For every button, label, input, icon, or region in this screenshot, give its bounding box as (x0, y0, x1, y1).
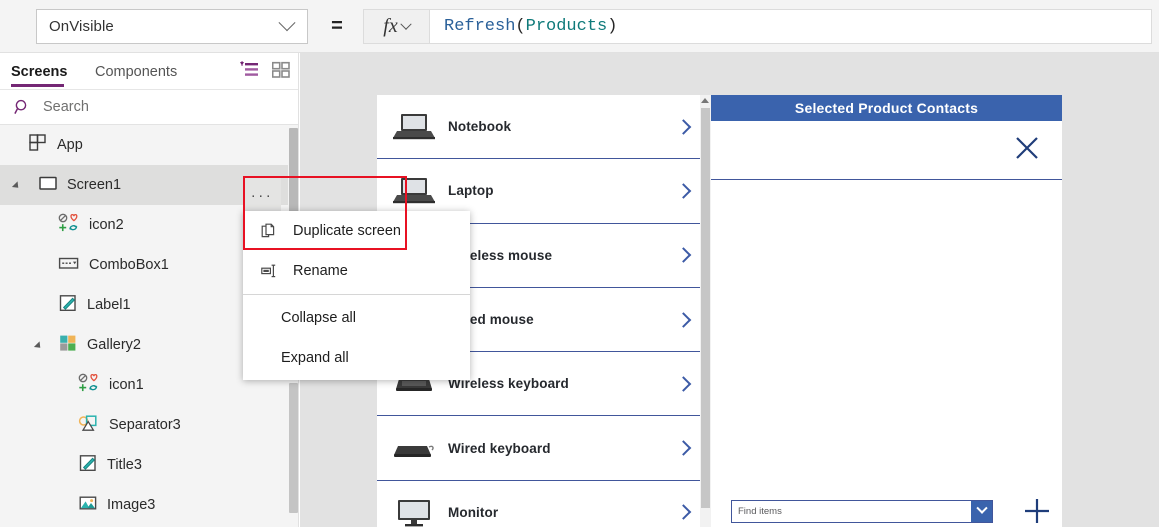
menu-item-collapse-all[interactable]: Collapse all (243, 298, 470, 338)
tree-pane-tabs: Screens Components (0, 53, 298, 90)
search-input[interactable]: Search (0, 90, 298, 125)
active-tab-indicator (11, 84, 64, 87)
formula-token-close-paren: ) (607, 17, 618, 36)
search-icon (14, 99, 31, 116)
combobox-dropdown-button[interactable] (971, 500, 992, 522)
tree-item-image3[interactable]: Image3 (0, 485, 298, 525)
formula-token-datasource: Products (525, 17, 608, 36)
chevron-right-icon[interactable] (675, 440, 692, 456)
fx-button[interactable]: fx (363, 9, 429, 44)
tab-components[interactable]: Components (95, 53, 177, 90)
panel-close-row (711, 121, 1062, 180)
gallery-scrollbar-thumb[interactable] (701, 108, 710, 508)
tree-item-label: Separator3 (109, 417, 181, 433)
scroll-up-arrow-icon[interactable] (701, 98, 709, 103)
screen-icon (38, 173, 58, 197)
tree-item-label: Screen1 (67, 177, 122, 193)
close-icon[interactable] (1014, 135, 1040, 161)
tree-item-label: Label1 (87, 297, 131, 313)
chevron-right-icon[interactable] (675, 247, 692, 264)
tree-view-icon[interactable] (240, 61, 259, 83)
thumbnail-view-icon[interactable] (271, 61, 290, 83)
chevron-right-icon[interactable] (675, 183, 692, 199)
tree-item-label: icon2 (89, 217, 124, 233)
chevron-down-icon (278, 13, 296, 31)
screen-context-menu: Duplicate screen Rename Collapse all Exp… (243, 211, 470, 380)
search-placeholder: Search (43, 99, 89, 115)
tab-screens-label: Screens (11, 63, 68, 80)
keyboard-photo-icon (390, 430, 438, 466)
property-selector[interactable]: OnVisible (36, 9, 308, 44)
gallery-item-name: Monitor (448, 504, 499, 520)
duplicate-icon (261, 223, 279, 240)
find-items-placeholder: Find items (738, 505, 782, 517)
chevron-down-icon (400, 18, 412, 30)
chevron-expanded-icon[interactable] (11, 181, 22, 191)
tree-item-label: Title3 (107, 457, 142, 473)
chevron-down-icon (975, 502, 988, 514)
rename-icon (261, 264, 279, 278)
laptop-photo-icon (390, 173, 438, 209)
monitor-photo-icon (390, 494, 438, 527)
gallery-row[interactable]: Wired keyboard (377, 416, 711, 481)
formula-token-open-paren: ( (515, 17, 526, 36)
icon-control-icon (78, 373, 100, 397)
tree-scrollbar-thumb-lower[interactable] (289, 383, 298, 513)
gallery-item-name: Notebook (448, 119, 512, 135)
menu-item-label: Expand all (281, 350, 349, 366)
image-icon (78, 493, 98, 517)
screen1-more-options-button[interactable]: ··· (243, 176, 281, 214)
gallery-icon (58, 333, 78, 357)
tree-item-label: ComboBox1 (89, 257, 169, 273)
menu-item-label: Collapse all (281, 310, 356, 326)
fx-icon: fx (383, 15, 398, 37)
menu-item-label: Duplicate screen (293, 223, 401, 239)
menu-item-label: Rename (293, 263, 348, 279)
formula-input[interactable]: Refresh ( Products ) (429, 9, 1152, 44)
chevron-right-icon[interactable] (675, 376, 692, 392)
tree-item-label: Image3 (107, 497, 156, 513)
tree-item-app[interactable]: App (0, 125, 298, 165)
gallery-row[interactable]: Notebook (377, 95, 711, 160)
tree-item-separator3[interactable]: Separator3 (0, 405, 298, 445)
combobox-icon (58, 253, 80, 277)
equals-sign: = (331, 15, 343, 37)
tree-item-label: App (57, 137, 83, 153)
laptop-photo-icon (390, 109, 438, 145)
label-icon (78, 453, 98, 477)
tree-item-title3[interactable]: Title3 (0, 445, 298, 485)
separator-icon (78, 413, 100, 437)
powerapps-studio: OnVisible = fx Refresh ( Products ) Scre… (0, 0, 1159, 527)
tree-item-label: Gallery2 (87, 337, 141, 353)
chevron-right-icon[interactable] (675, 311, 692, 328)
panel-footer: Find items (711, 487, 1062, 527)
icon-control-icon (58, 213, 80, 237)
formula-token-function: Refresh (444, 17, 516, 36)
label-icon (58, 293, 78, 317)
gallery-item-name: Wired keyboard (448, 440, 551, 456)
find-items-combobox[interactable]: Find items (731, 499, 993, 523)
menu-item-rename[interactable]: Rename (243, 251, 470, 291)
chevron-right-icon[interactable] (675, 118, 692, 135)
chevron-right-icon[interactable] (675, 504, 692, 521)
panel-title: Selected Product Contacts (711, 95, 1062, 121)
menu-item-duplicate-screen[interactable]: Duplicate screen (243, 211, 470, 251)
tree-item-label: icon1 (109, 377, 144, 393)
app-icon (28, 133, 48, 157)
chevron-expanded-icon[interactable] (33, 341, 44, 351)
selected-product-contacts-panel: Selected Product Contacts Find items (711, 95, 1062, 527)
menu-item-expand-all[interactable]: Expand all (243, 338, 470, 378)
panel-body (711, 180, 1062, 487)
add-contact-button[interactable] (1022, 496, 1052, 526)
tree-pane-view-toggles (240, 61, 290, 83)
menu-separator (243, 294, 470, 295)
formula-bar: OnVisible = fx Refresh ( Products ) (0, 0, 1159, 53)
tab-components-label: Components (95, 63, 178, 80)
property-selector-label: OnVisible (49, 18, 114, 35)
gallery-item-name: Laptop (448, 183, 494, 199)
gallery-row[interactable]: Monitor (377, 480, 711, 527)
